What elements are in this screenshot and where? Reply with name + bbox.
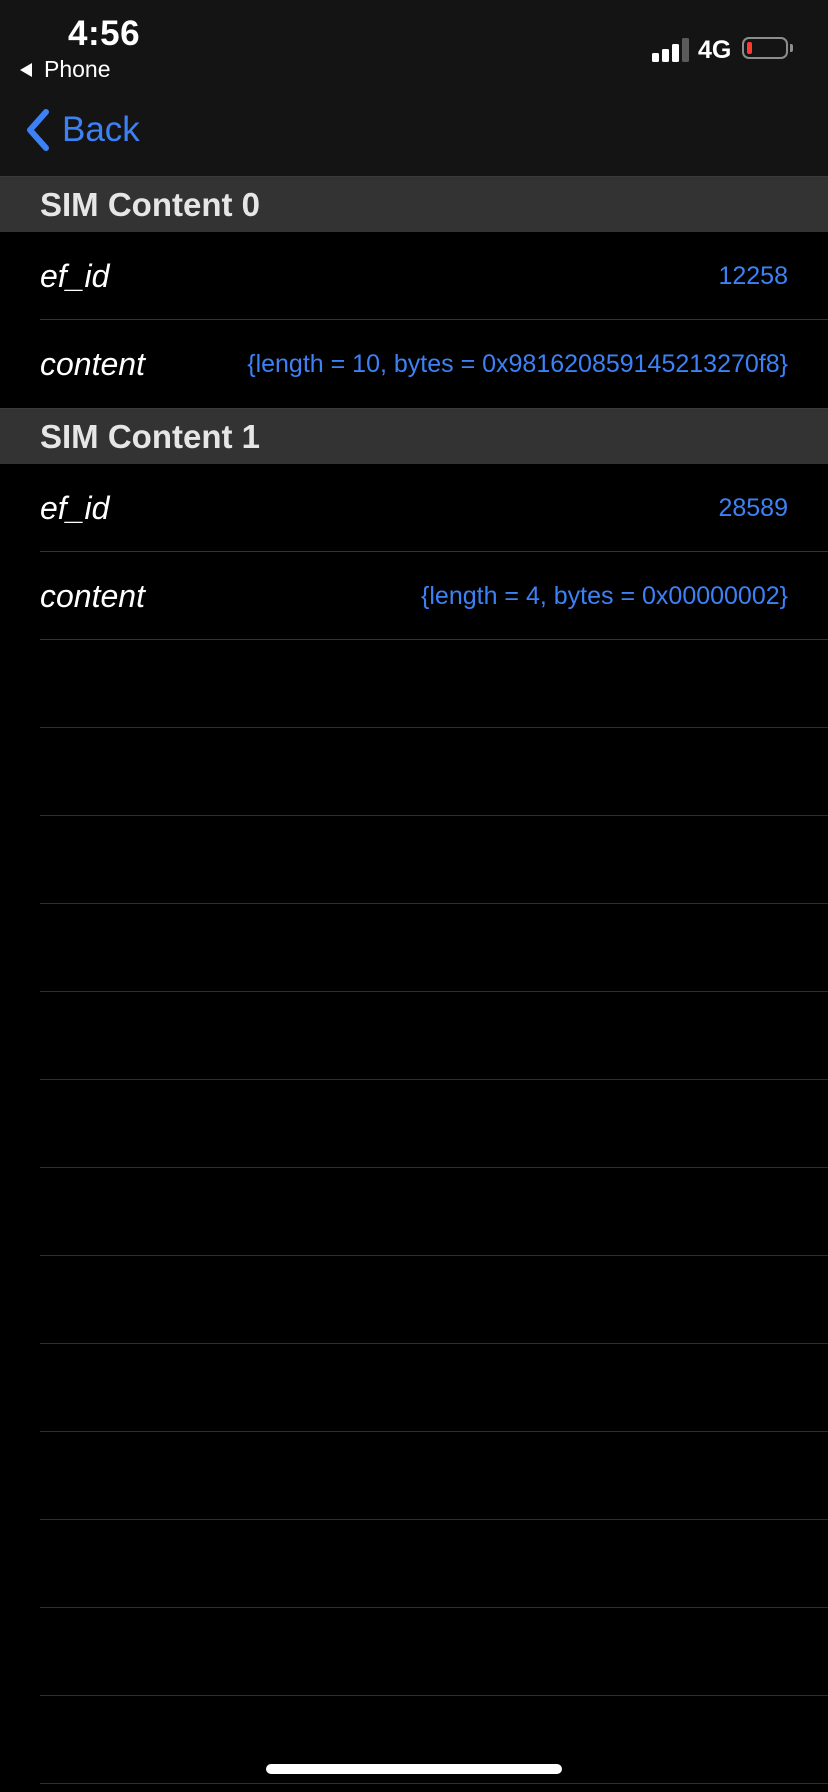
row-value: 28589 (718, 493, 788, 522)
empty-table-row (0, 1520, 828, 1608)
row-key: content (40, 345, 145, 382)
empty-table-row (0, 1168, 828, 1256)
back-to-app-label: Phone (44, 56, 111, 82)
empty-table-row (0, 816, 828, 904)
empty-table-row (0, 1432, 828, 1520)
row-value: 12258 (718, 261, 788, 290)
row-value: {length = 4, bytes = 0x00000002} (421, 581, 788, 610)
empty-table-row (0, 1344, 828, 1432)
empty-table-row (0, 728, 828, 816)
empty-table-row (0, 904, 828, 992)
section-header-sim-content-0: SIM Content 0 (0, 176, 828, 232)
table-row[interactable]: ef_id 28589 (0, 464, 828, 552)
back-triangle-icon (20, 62, 32, 77)
row-key: ef_id (40, 489, 110, 526)
cellular-signal-icon (652, 38, 690, 62)
section-header-sim-content-1: SIM Content 1 (0, 408, 828, 464)
empty-table-row (0, 1608, 828, 1696)
status-time: 4:56 (68, 14, 141, 53)
status-bar: 4:56 Phone 4G Back (0, 0, 828, 176)
home-indicator[interactable] (266, 1764, 562, 1774)
back-button[interactable]: Back (24, 108, 140, 152)
chevron-left-icon (27, 109, 49, 151)
battery-icon (742, 37, 788, 59)
row-key: content (40, 577, 145, 614)
empty-table-row (0, 1080, 828, 1168)
network-type: 4G (698, 36, 732, 64)
row-key: ef_id (40, 257, 110, 294)
battery-tip-icon (790, 44, 793, 52)
table-row[interactable]: ef_id 12258 (0, 232, 828, 320)
sim-content-list[interactable]: SIM Content 0 ef_id 12258 content {lengt… (0, 176, 828, 1784)
back-button-label: Back (62, 110, 140, 149)
table-row[interactable]: content {length = 4, bytes = 0x00000002} (0, 552, 828, 640)
back-to-app-link[interactable]: Phone (20, 56, 111, 83)
empty-table-row (0, 1256, 828, 1344)
row-value: {length = 10, bytes = 0x9816208591452132… (247, 349, 788, 378)
battery-level-fill (747, 42, 752, 54)
empty-table-row (0, 992, 828, 1080)
empty-table-row (0, 640, 828, 728)
table-row[interactable]: content {length = 10, bytes = 0x98162085… (0, 320, 828, 408)
